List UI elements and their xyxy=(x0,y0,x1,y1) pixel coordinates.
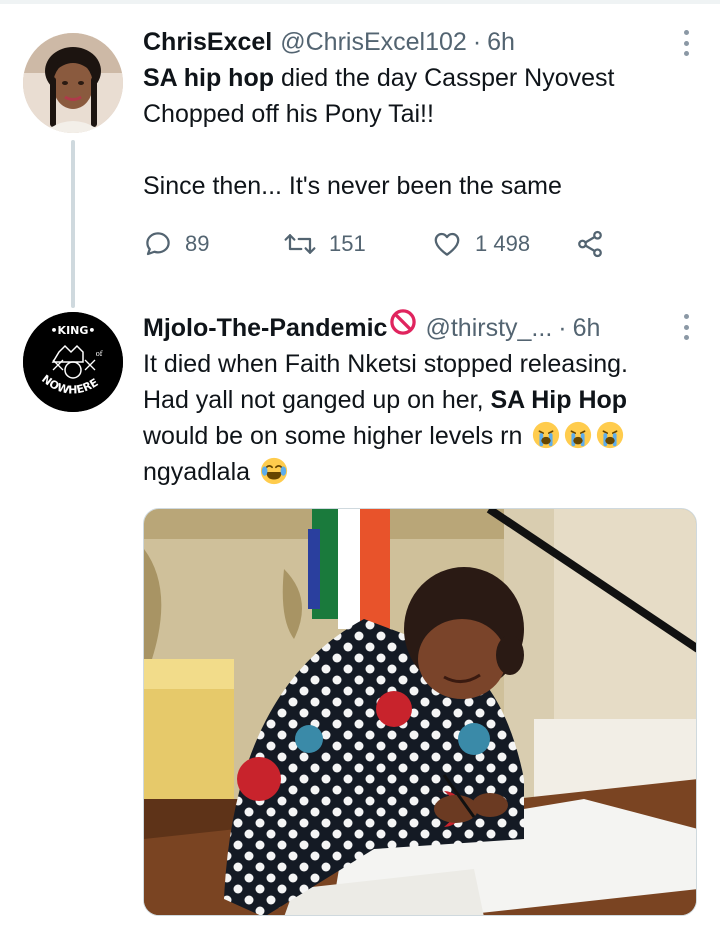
timestamp[interactable]: 6h xyxy=(487,24,515,60)
separator: · xyxy=(558,314,567,342)
tweet-line: would be on some higher levels rn xyxy=(143,418,703,454)
tweet-mjolo[interactable]: Mjolo-The-Pandemic @thirsty_... · 6h It … xyxy=(143,308,703,490)
like-count: 1 498 xyxy=(475,231,531,256)
user-handle[interactable]: @thirsty_... xyxy=(425,310,552,346)
reply-button[interactable]: 89 xyxy=(143,229,283,259)
crying-face-emoji xyxy=(533,421,560,449)
tweet-line: It died when Faith Nketsi stopped releas… xyxy=(143,350,628,378)
thread-connector-line xyxy=(71,140,75,308)
more-options-icon[interactable] xyxy=(684,314,690,340)
timestamp[interactable]: 6h xyxy=(573,310,601,346)
more-options-icon[interactable] xyxy=(684,30,690,56)
avatar-chrisexcel[interactable] xyxy=(23,33,123,133)
highlighted-text: SA Hip Hop xyxy=(490,386,628,414)
tweet-text: SA hip hop died the day Cassper Nyovest … xyxy=(143,60,703,204)
tweet-line: Had yall not ganged up on her, SA Hip Ho… xyxy=(143,382,703,418)
tweet-line: ngyadlala xyxy=(143,454,703,490)
reply-count: 89 xyxy=(185,231,210,256)
display-name[interactable]: ChrisExcel xyxy=(143,24,272,60)
tweet-line: SA hip hop died the day Cassper Nyovest xyxy=(143,60,703,96)
share-icon xyxy=(578,230,602,258)
tweet-media-image[interactable] xyxy=(143,508,697,916)
crying-face-emoji xyxy=(565,421,592,449)
crying-face-emoji xyxy=(597,421,624,449)
share-button[interactable] xyxy=(575,229,617,259)
prohibited-icon xyxy=(390,309,417,335)
display-name[interactable]: Mjolo-The-Pandemic xyxy=(143,310,387,346)
user-handle[interactable]: @ChrisExcel102 xyxy=(280,24,467,60)
logo-text-top: •KING• xyxy=(51,324,96,337)
reply-icon xyxy=(146,232,170,256)
tweet-line-text: ngyadlala xyxy=(143,458,251,486)
tweet-line: Since then... It's never been the same xyxy=(143,172,562,200)
laughing-face-emoji xyxy=(260,457,288,485)
tweet-header: Mjolo-The-Pandemic @thirsty_... · 6h xyxy=(143,308,703,346)
tweet-actions: 89 151 1 498 xyxy=(143,226,703,262)
like-button[interactable]: 1 498 xyxy=(431,229,575,259)
separator: · xyxy=(472,28,482,56)
tweet-line-pre: Had yall not ganged up on her, xyxy=(143,386,491,414)
avatar-photo-icon xyxy=(23,33,123,133)
tweet-text: It died when Faith Nketsi stopped releas… xyxy=(143,346,703,490)
avatar-mjolo[interactable]: •KING• of NOWHERE xyxy=(23,312,123,412)
photo-woman-signing-documents-icon xyxy=(144,509,696,915)
retweet-button[interactable]: 151 xyxy=(283,229,431,259)
tweet-header: ChrisExcel @ChrisExcel102 · 6h xyxy=(143,24,703,60)
tweet-chrisexcel[interactable]: ChrisExcel @ChrisExcel102 · 6h SA hip ho… xyxy=(143,24,703,262)
highlighted-text: SA hip hop xyxy=(143,64,274,92)
tweet-line-text: would be on some higher levels rn xyxy=(143,422,523,450)
top-divider xyxy=(0,0,720,4)
tweet-line-rest: died the day Cassper Nyovest xyxy=(274,64,615,92)
tweet-line: Chopped off his Pony Tai!! xyxy=(143,100,434,128)
retweet-icon xyxy=(284,234,316,254)
like-icon xyxy=(434,232,460,256)
retweet-count: 151 xyxy=(329,231,366,256)
king-of-nowhere-logo-icon: •KING• of NOWHERE xyxy=(23,312,123,412)
